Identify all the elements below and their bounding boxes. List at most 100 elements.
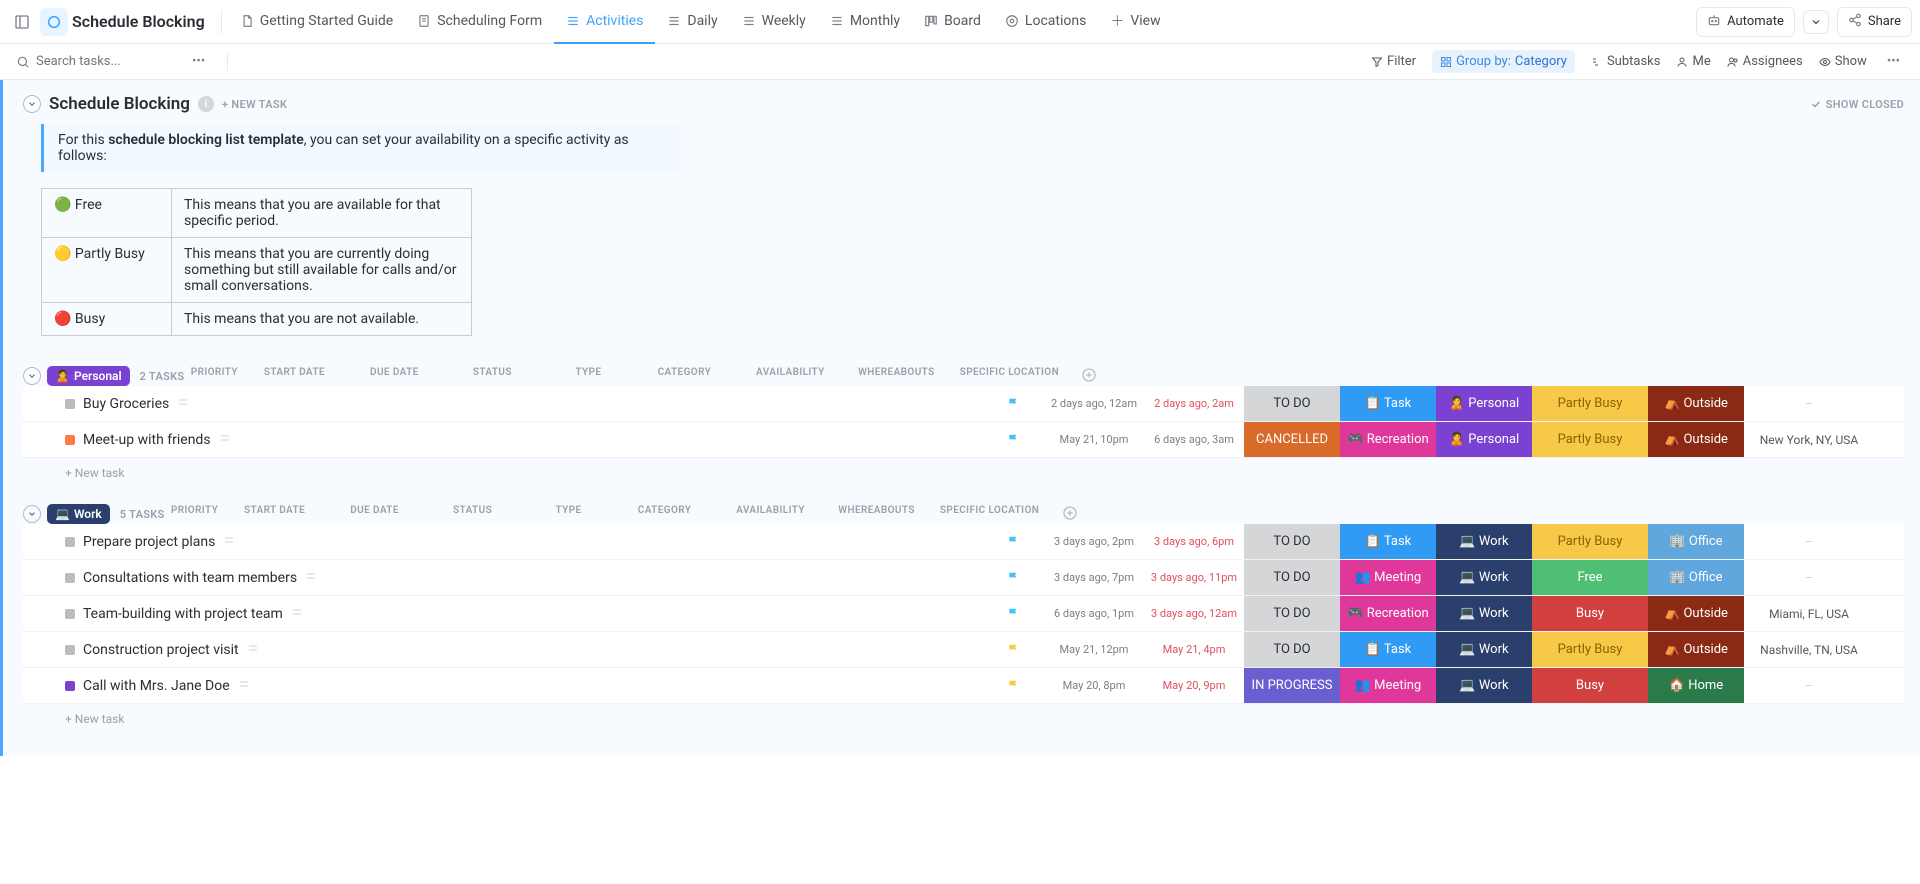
tag-cell[interactable]: 💻 Work xyxy=(1436,560,1532,595)
tag-cell[interactable]: 💻 Work xyxy=(1436,596,1532,631)
column-header[interactable]: DUE DATE xyxy=(344,367,444,386)
task-name[interactable]: Meet-up with friends xyxy=(83,432,211,448)
tag-cell[interactable]: 👥 Meeting xyxy=(1340,668,1436,703)
location-cell[interactable]: – xyxy=(1744,560,1874,595)
tag-cell[interactable]: TO DO xyxy=(1244,524,1340,559)
priority-cell[interactable] xyxy=(984,524,1044,559)
drag-handle-icon[interactable] xyxy=(223,534,235,550)
tag-cell[interactable]: Partly Busy xyxy=(1532,422,1648,457)
add-task-button[interactable]: + New task xyxy=(23,458,1904,480)
column-header[interactable]: WHEREABOUTS xyxy=(829,505,925,524)
column-header[interactable]: CATEGORY xyxy=(636,367,732,386)
priority-cell[interactable] xyxy=(984,632,1044,667)
group-badge[interactable]: 💻Work xyxy=(47,504,110,524)
tag-cell[interactable]: ⛺ Outside xyxy=(1648,422,1744,457)
column-header[interactable]: START DATE xyxy=(244,367,344,386)
column-header[interactable]: DUE DATE xyxy=(325,505,425,524)
due-date-cell[interactable]: May 21, 4pm xyxy=(1144,632,1244,667)
column-header[interactable]: SPECIFIC LOCATION xyxy=(944,367,1074,386)
tab-daily[interactable]: Daily xyxy=(655,0,729,44)
new-task-button[interactable]: + NEW TASK xyxy=(222,98,287,111)
task-name[interactable]: Prepare project plans xyxy=(83,534,215,550)
search-options-button[interactable]: ••• xyxy=(188,50,209,73)
tag-cell[interactable]: TO DO xyxy=(1244,596,1340,631)
add-task-button[interactable]: + New task xyxy=(23,704,1904,726)
tag-cell[interactable]: TO DO xyxy=(1244,632,1340,667)
group-collapse-toggle[interactable] xyxy=(23,367,41,385)
drag-handle-icon[interactable] xyxy=(305,570,317,586)
priority-cell[interactable] xyxy=(984,560,1044,595)
status-square[interactable] xyxy=(65,645,75,655)
status-square[interactable] xyxy=(65,399,75,409)
info-icon[interactable]: i xyxy=(198,96,214,112)
start-date-cell[interactable]: 6 days ago, 1pm xyxy=(1044,596,1144,631)
tag-cell[interactable]: ⛺ Outside xyxy=(1648,632,1744,667)
task-row[interactable]: Meet-up with friendsMay 21, 10pm6 days a… xyxy=(23,422,1904,458)
tag-cell[interactable]: 📋 Task xyxy=(1340,524,1436,559)
due-date-cell[interactable]: 2 days ago, 2am xyxy=(1144,386,1244,421)
tag-cell[interactable]: ⛺ Outside xyxy=(1648,596,1744,631)
status-square[interactable] xyxy=(65,537,75,547)
tag-cell[interactable]: 🙎 Personal xyxy=(1436,386,1532,421)
status-square[interactable] xyxy=(65,573,75,583)
priority-cell[interactable] xyxy=(984,386,1044,421)
location-cell[interactable]: Miami, FL, USA xyxy=(1744,596,1874,631)
tag-cell[interactable]: CANCELLED xyxy=(1244,422,1340,457)
tab-getting-started-guide[interactable]: Getting Started Guide xyxy=(228,0,406,44)
tab-scheduling-form[interactable]: Scheduling Form xyxy=(405,0,554,44)
tag-cell[interactable]: IN PROGRESS xyxy=(1244,668,1340,703)
tag-cell[interactable]: 📋 Task xyxy=(1340,386,1436,421)
tag-cell[interactable]: 🏠 Home xyxy=(1648,668,1744,703)
column-header[interactable]: STATUS xyxy=(425,505,521,524)
due-date-cell[interactable]: 3 days ago, 11pm xyxy=(1144,560,1244,595)
task-row[interactable]: Call with Mrs. Jane DoeMay 20, 8pmMay 20… xyxy=(23,668,1904,704)
drag-handle-icon[interactable] xyxy=(177,396,189,412)
task-row[interactable]: Buy Groceries 2 days ago, 12am2 days ago,… xyxy=(23,386,1904,422)
task-name[interactable]: Team-building with project team xyxy=(83,606,283,622)
tag-cell[interactable]: 🎮 Recreation xyxy=(1340,596,1436,631)
add-column-button[interactable] xyxy=(1055,505,1085,524)
priority-cell[interactable] xyxy=(984,668,1044,703)
task-name[interactable]: Buy Groceries xyxy=(83,396,169,412)
column-header[interactable]: WHEREABOUTS xyxy=(848,367,944,386)
due-date-cell[interactable]: 3 days ago, 6pm xyxy=(1144,524,1244,559)
me-button[interactable]: Me xyxy=(1676,54,1710,69)
show-closed-button[interactable]: SHOW CLOSED xyxy=(1810,98,1904,111)
drag-handle-icon[interactable] xyxy=(219,432,231,448)
filter-button[interactable]: Filter xyxy=(1371,54,1416,69)
tag-cell[interactable]: 💻 Work xyxy=(1436,524,1532,559)
show-button[interactable]: Show xyxy=(1819,54,1867,69)
drag-handle-icon[interactable] xyxy=(291,606,303,622)
space-icon[interactable] xyxy=(40,8,68,36)
tab-weekly[interactable]: Weekly xyxy=(730,0,818,44)
status-square[interactable] xyxy=(65,609,75,619)
tag-cell[interactable]: 🎮 Recreation xyxy=(1340,422,1436,457)
tab-activities[interactable]: Activities xyxy=(554,0,655,44)
status-square[interactable] xyxy=(65,435,75,445)
tag-cell[interactable]: 🏢 Office xyxy=(1648,524,1744,559)
tag-cell[interactable]: ⛺ Outside xyxy=(1648,386,1744,421)
tag-cell[interactable]: Busy xyxy=(1532,596,1648,631)
tag-cell[interactable]: 🏢 Office xyxy=(1648,560,1744,595)
list-collapse-toggle[interactable] xyxy=(23,95,41,113)
location-cell[interactable]: – xyxy=(1744,524,1874,559)
add-view-button[interactable]: ＋ View xyxy=(1098,0,1172,44)
start-date-cell[interactable]: 2 days ago, 12am xyxy=(1044,386,1144,421)
column-header[interactable]: START DATE xyxy=(225,505,325,524)
tag-cell[interactable]: TO DO xyxy=(1244,386,1340,421)
column-header[interactable]: TYPE xyxy=(540,367,636,386)
start-date-cell[interactable]: 3 days ago, 2pm xyxy=(1044,524,1144,559)
due-date-cell[interactable]: May 20, 9pm xyxy=(1144,668,1244,703)
space-title[interactable]: Schedule Blocking xyxy=(72,12,205,31)
tag-cell[interactable]: TO DO xyxy=(1244,560,1340,595)
due-date-cell[interactable]: 6 days ago, 3am xyxy=(1144,422,1244,457)
automate-button[interactable]: Automate xyxy=(1696,7,1795,37)
task-row[interactable]: Team-building with project team 6 days ag… xyxy=(23,596,1904,632)
more-options-button[interactable]: ••• xyxy=(1883,50,1904,73)
task-name[interactable]: Consultations with team members xyxy=(83,570,297,586)
tag-cell[interactable]: Partly Busy xyxy=(1532,524,1648,559)
column-header[interactable]: AVAILABILITY xyxy=(713,505,829,524)
subtasks-button[interactable]: Subtasks xyxy=(1591,54,1661,69)
tag-cell[interactable]: 🙎 Personal xyxy=(1436,422,1532,457)
tab-locations[interactable]: Locations xyxy=(993,0,1098,44)
